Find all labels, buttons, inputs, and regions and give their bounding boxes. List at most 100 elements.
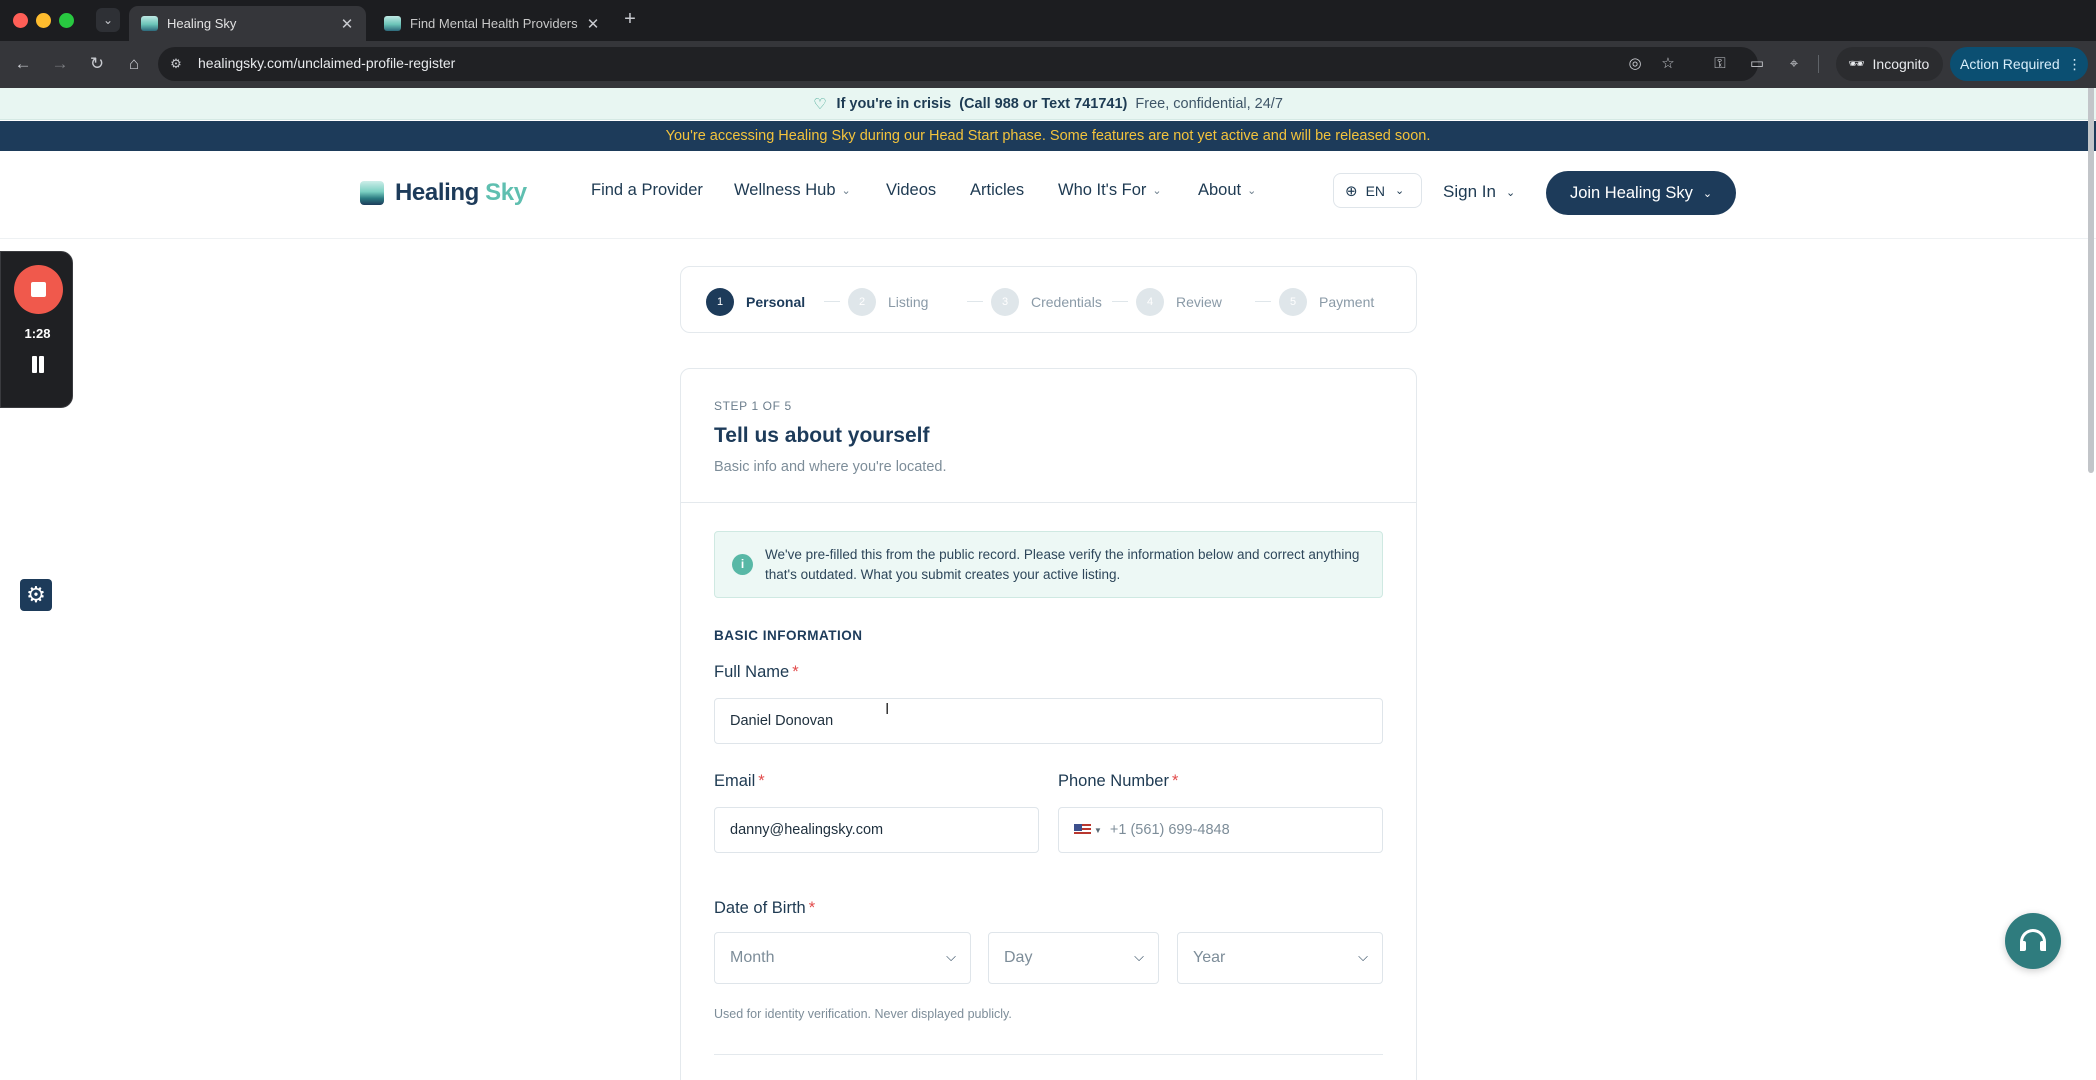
url-text: healingsky.com/unclaimed-profile-registe… (198, 55, 456, 71)
nav-articles[interactable]: Articles (970, 181, 1024, 200)
step-number: 2 (848, 288, 876, 316)
day-select[interactable]: Day ⌵ (988, 932, 1159, 984)
card-subtitle: Basic info and where you're located. (714, 459, 947, 475)
nav-find-provider[interactable]: Find a Provider (591, 181, 703, 200)
join-label: Join Healing Sky (1569, 183, 1693, 202)
chevron-down-icon: ⌵ (946, 949, 956, 964)
head-start-banner: You're accessing Healing Sky during our … (0, 121, 2096, 151)
step-payment[interactable]: 5 Payment (1279, 288, 1374, 316)
step-label: Personal (746, 294, 806, 310)
full-name-label-text: Full Name (714, 663, 790, 681)
step-connector (967, 301, 983, 302)
dob-hint: Used for identity verification. Never di… (714, 1007, 1012, 1021)
nav-label: About (1198, 181, 1242, 199)
tab-close-icon[interactable]: ✕ (582, 15, 604, 33)
tab-close-icon[interactable]: ✕ (336, 15, 358, 33)
action-required-button[interactable]: Action Required ⋮ (1950, 47, 2088, 81)
site-logo[interactable]: Healing Sky (360, 179, 527, 207)
chevron-down-icon: ⌄ (1395, 185, 1405, 197)
location-pin-icon[interactable]: ⌖ (1782, 53, 1806, 75)
logo-text-part2: Sky (485, 179, 527, 206)
forward-icon[interactable]: → (48, 52, 72, 76)
stop-recording-button[interactable] (14, 265, 63, 314)
dob-label-text: Date of Birth (714, 899, 806, 917)
minimize-window-button[interactable] (36, 13, 51, 28)
full-name-label: Full Name * (714, 663, 799, 682)
email-label: Email * (714, 772, 765, 791)
required-mark: * (808, 899, 816, 917)
nav-who-its-for[interactable]: Who It's For ⌄ (1058, 181, 1162, 200)
tab-find-providers[interactable]: Find Mental Health Providers ✕ (372, 6, 612, 41)
maximize-window-button[interactable] (59, 13, 74, 28)
payment-card-icon[interactable]: ▭ (1745, 53, 1769, 75)
logo-text: Healing Sky (395, 179, 527, 207)
head-start-text: You're accessing Healing Sky during our … (665, 128, 1431, 144)
more-vertical-icon: ⋮ (2067, 55, 2082, 72)
tab-healing-sky[interactable]: Healing Sky ✕ (129, 6, 366, 41)
sign-in-button[interactable]: Sign In ⌄ (1443, 182, 1515, 202)
info-icon: i (732, 554, 753, 575)
new-tab-button[interactable]: + (618, 8, 642, 32)
personal-info-card: STEP 1 OF 5 Tell us about yourself Basic… (680, 368, 1417, 1080)
phone-placeholder: +1 (561) 699-4848 (1109, 822, 1230, 838)
logo-mark-icon (360, 181, 384, 205)
notice-text: We've pre-filled this from the public re… (765, 547, 1360, 582)
card-header: STEP 1 OF 5 Tell us about yourself Basic… (681, 369, 1416, 503)
step-label: Payment (1319, 294, 1375, 310)
crisis-contact-text[interactable]: (Call 988 or Text 741741) (959, 96, 1127, 112)
step-personal[interactable]: 1 Personal (706, 288, 805, 316)
address-bar[interactable]: ⚙ healingsky.com/unclaimed-profile-regis… (158, 47, 1758, 81)
crisis-banner: ♡ If you're in crisis (Call 988 or Text … (0, 88, 2096, 120)
required-mark: * (1171, 772, 1179, 790)
browser-toolbar: ← → ↻ ⌂ ⚙ healingsky.com/unclaimed-profi… (0, 41, 2096, 88)
back-icon[interactable]: ← (11, 52, 35, 76)
eye-slash-icon[interactable]: ◎ (1624, 54, 1646, 74)
nav-label: Wellness Hub (734, 181, 836, 199)
phone-input[interactable]: ▼ +1 (561) 699-4848 (1058, 807, 1383, 853)
chevron-down-icon: ⌄ (102, 13, 114, 27)
month-select[interactable]: Month ⌵ (714, 932, 971, 984)
step-number: 5 (1279, 288, 1307, 316)
year-select[interactable]: Year ⌵ (1177, 932, 1383, 984)
home-icon[interactable]: ⌂ (122, 52, 146, 76)
reload-icon[interactable]: ↻ (85, 52, 109, 76)
nav-wellness-hub[interactable]: Wellness Hub ⌄ (734, 181, 851, 200)
nav-about[interactable]: About ⌄ (1198, 181, 1256, 200)
support-headset-button[interactable] (2005, 913, 2061, 969)
step-review[interactable]: 4 Review (1136, 288, 1222, 316)
step-label: Listing (888, 294, 929, 310)
gear-icon[interactable]: ⚙ (20, 579, 52, 611)
dob-label: Date of Birth * (714, 899, 815, 918)
email-input[interactable]: danny@healingsky.com (714, 807, 1039, 853)
nav-videos[interactable]: Videos (886, 181, 936, 200)
chevron-down-icon: ⌄ (1505, 186, 1516, 199)
step-connector (824, 301, 840, 302)
chevron-down-icon[interactable]: ▼ (1094, 826, 1102, 835)
step-number: 4 (1136, 288, 1164, 316)
headset-icon (2020, 929, 2046, 951)
join-button[interactable]: Join Healing Sky ⌄ (1546, 171, 1736, 215)
incognito-badge[interactable]: 🕶 Incognito (1836, 47, 1944, 81)
bookmark-star-icon[interactable]: ☆ (1657, 54, 1679, 74)
year-placeholder: Year (1193, 949, 1226, 966)
us-flag-icon[interactable] (1074, 824, 1091, 836)
nav-label: Who It's For (1058, 181, 1147, 199)
close-window-button[interactable] (13, 13, 28, 28)
tab-search-button[interactable]: ⌄ (96, 8, 120, 32)
step-listing[interactable]: 2 Listing (848, 288, 928, 316)
pause-icon[interactable] (30, 356, 46, 376)
language-label: EN (1365, 182, 1386, 199)
tab-label: Find Mental Health Providers (410, 16, 578, 31)
page-scrollbar[interactable] (2088, 88, 2094, 473)
registration-stepper: 1 Personal 2 Listing 3 Credentials 4 Rev… (680, 266, 1417, 333)
site-settings-icon[interactable]: ⚙ (166, 54, 186, 74)
password-key-icon[interactable]: ⚿ (1708, 53, 1732, 75)
language-selector[interactable]: ⊕ EN ⌄ (1333, 173, 1422, 208)
required-mark: * (792, 663, 799, 681)
phone-label-text: Phone Number (1058, 772, 1169, 790)
step-connector (1112, 301, 1128, 302)
screen: ⌄ Healing Sky ✕ Find Mental Health Provi… (0, 0, 2096, 1080)
step-credentials[interactable]: 3 Credentials (991, 288, 1102, 316)
step-label: Review (1176, 294, 1222, 310)
full-name-input[interactable]: Daniel Donovan (714, 698, 1383, 744)
